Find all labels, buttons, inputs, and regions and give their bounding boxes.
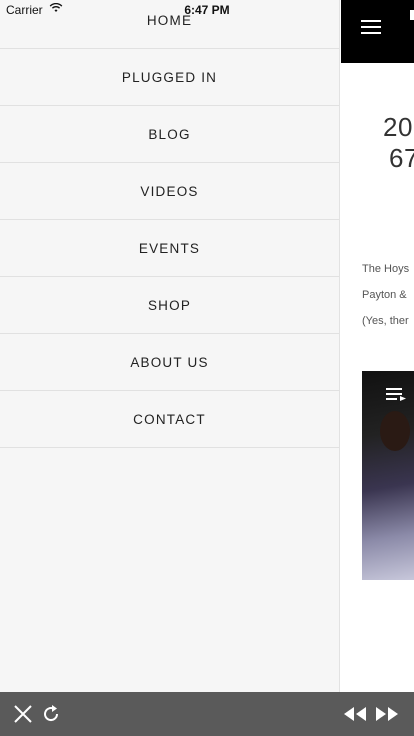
video-subject: [380, 411, 410, 451]
menu-item-videos[interactable]: VIDEOS: [0, 163, 339, 220]
body-text-line: (Yes, ther: [362, 315, 409, 327]
page-content-peek: 20 67 The Hoys Payton & (Yes, ther: [341, 0, 414, 692]
fast-forward-icon[interactable]: [374, 703, 400, 725]
hamburger-menu-icon[interactable]: [361, 20, 381, 36]
body-text-line: The Hoys: [362, 263, 410, 275]
menu-item-about-us[interactable]: ABOUT US: [0, 334, 339, 391]
side-menu: HOME PLUGGED IN BLOG VIDEOS EVENTS SHOP …: [0, 0, 340, 692]
body-text-line: Payton &: [362, 289, 407, 301]
status-bar: Carrier 6:47 PM: [0, 0, 414, 20]
playlist-icon[interactable]: [386, 387, 406, 401]
menu-item-events[interactable]: EVENTS: [0, 220, 339, 277]
rewind-icon[interactable]: [342, 703, 368, 725]
menu-item-shop[interactable]: SHOP: [0, 277, 339, 334]
status-time: 6:47 PM: [184, 3, 230, 17]
headline-line-2: 67: [389, 143, 414, 173]
menu-item-contact[interactable]: CONTACT: [0, 391, 339, 448]
menu-item-blog[interactable]: BLOG: [0, 106, 339, 163]
video-thumbnail[interactable]: [362, 371, 414, 580]
menu-item-plugged-in[interactable]: PLUGGED IN: [0, 49, 339, 106]
close-icon[interactable]: [12, 703, 34, 725]
bottom-toolbar: [0, 692, 414, 736]
headline-line-1: 20: [383, 112, 413, 142]
reload-icon[interactable]: [40, 703, 62, 725]
